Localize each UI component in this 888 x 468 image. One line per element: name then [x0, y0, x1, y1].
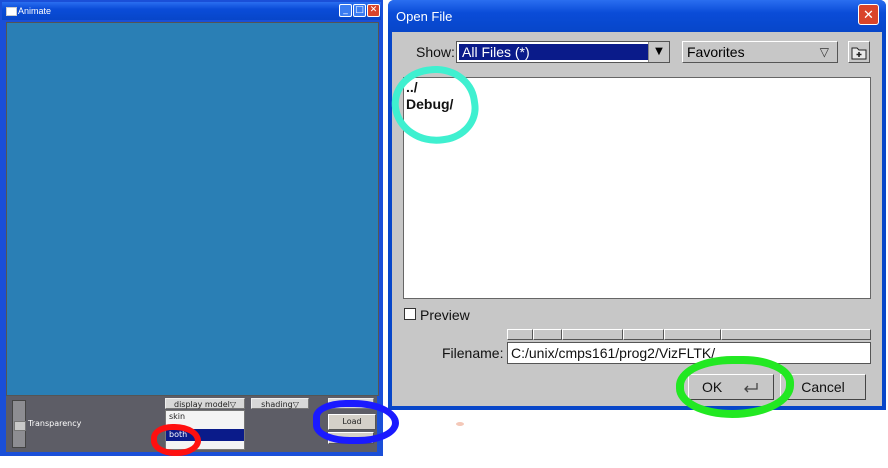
transparency-label: Transparency — [28, 419, 82, 428]
close-button[interactable]: ✕ — [367, 4, 380, 17]
filename-input[interactable]: C:/unix/cmps161/prog2/VizFLTK/ — [507, 342, 871, 364]
transparency-slider[interactable] — [12, 400, 26, 448]
favorites-menu[interactable]: Favorites ▽ — [682, 41, 838, 63]
maximize-button[interactable]: □ — [353, 4, 366, 17]
show-filter-select[interactable]: All Files (*) ▼ — [456, 41, 670, 63]
open-file-title: Open File — [396, 9, 453, 24]
path-segment-bar[interactable] — [507, 329, 871, 340]
blue-highlight-mark — [313, 400, 399, 444]
animate-titlebar[interactable]: Animate _ □ ✕ — [2, 2, 381, 20]
shading-label: shading — [261, 400, 293, 409]
dropdown-arrow-icon: ▽ — [229, 400, 236, 409]
path-segment[interactable] — [664, 329, 721, 340]
dropdown-arrow-icon: ▽ — [292, 400, 299, 409]
path-segment[interactable] — [721, 329, 871, 340]
preview-checkbox[interactable] — [404, 308, 416, 320]
list-item[interactable]: skin — [166, 411, 244, 423]
show-filter-value: All Files (*) — [459, 44, 649, 60]
minimize-button[interactable]: _ — [339, 4, 352, 17]
path-segment[interactable] — [507, 329, 533, 340]
chevron-down-icon[interactable]: ▼ — [648, 42, 669, 62]
animate-window: Animate _ □ ✕ Transparency display model… — [0, 0, 383, 456]
preview-label: Preview — [420, 307, 470, 323]
slider-knob[interactable] — [14, 421, 26, 431]
open-file-titlebar[interactable]: Open File ✕ — [388, 0, 886, 32]
path-segment[interactable] — [562, 329, 623, 340]
dropdown-arrow-icon: ▽ — [819, 45, 829, 59]
animate-title: Animate — [18, 6, 52, 16]
path-segment[interactable] — [533, 329, 562, 340]
new-folder-icon — [851, 47, 867, 60]
display-model-menu[interactable]: display model▽ — [165, 398, 245, 409]
favorites-label: Favorites — [687, 44, 745, 60]
filename-label: Filename: — [442, 345, 504, 361]
dialog-close-button[interactable]: ✕ — [858, 4, 879, 25]
display-model-label: display model — [173, 400, 230, 409]
render-viewport[interactable] — [6, 22, 379, 396]
red-highlight-mark — [151, 424, 201, 456]
shading-menu[interactable]: shading▽ — [251, 398, 309, 409]
window-icon — [6, 7, 17, 16]
stray-mark — [456, 422, 464, 426]
show-label: Show: — [416, 44, 455, 60]
open-file-dialog: Open File ✕ Show: All Files (*) ▼ Favori… — [388, 0, 886, 410]
new-folder-button[interactable] — [848, 41, 870, 63]
path-segment[interactable] — [623, 329, 664, 340]
